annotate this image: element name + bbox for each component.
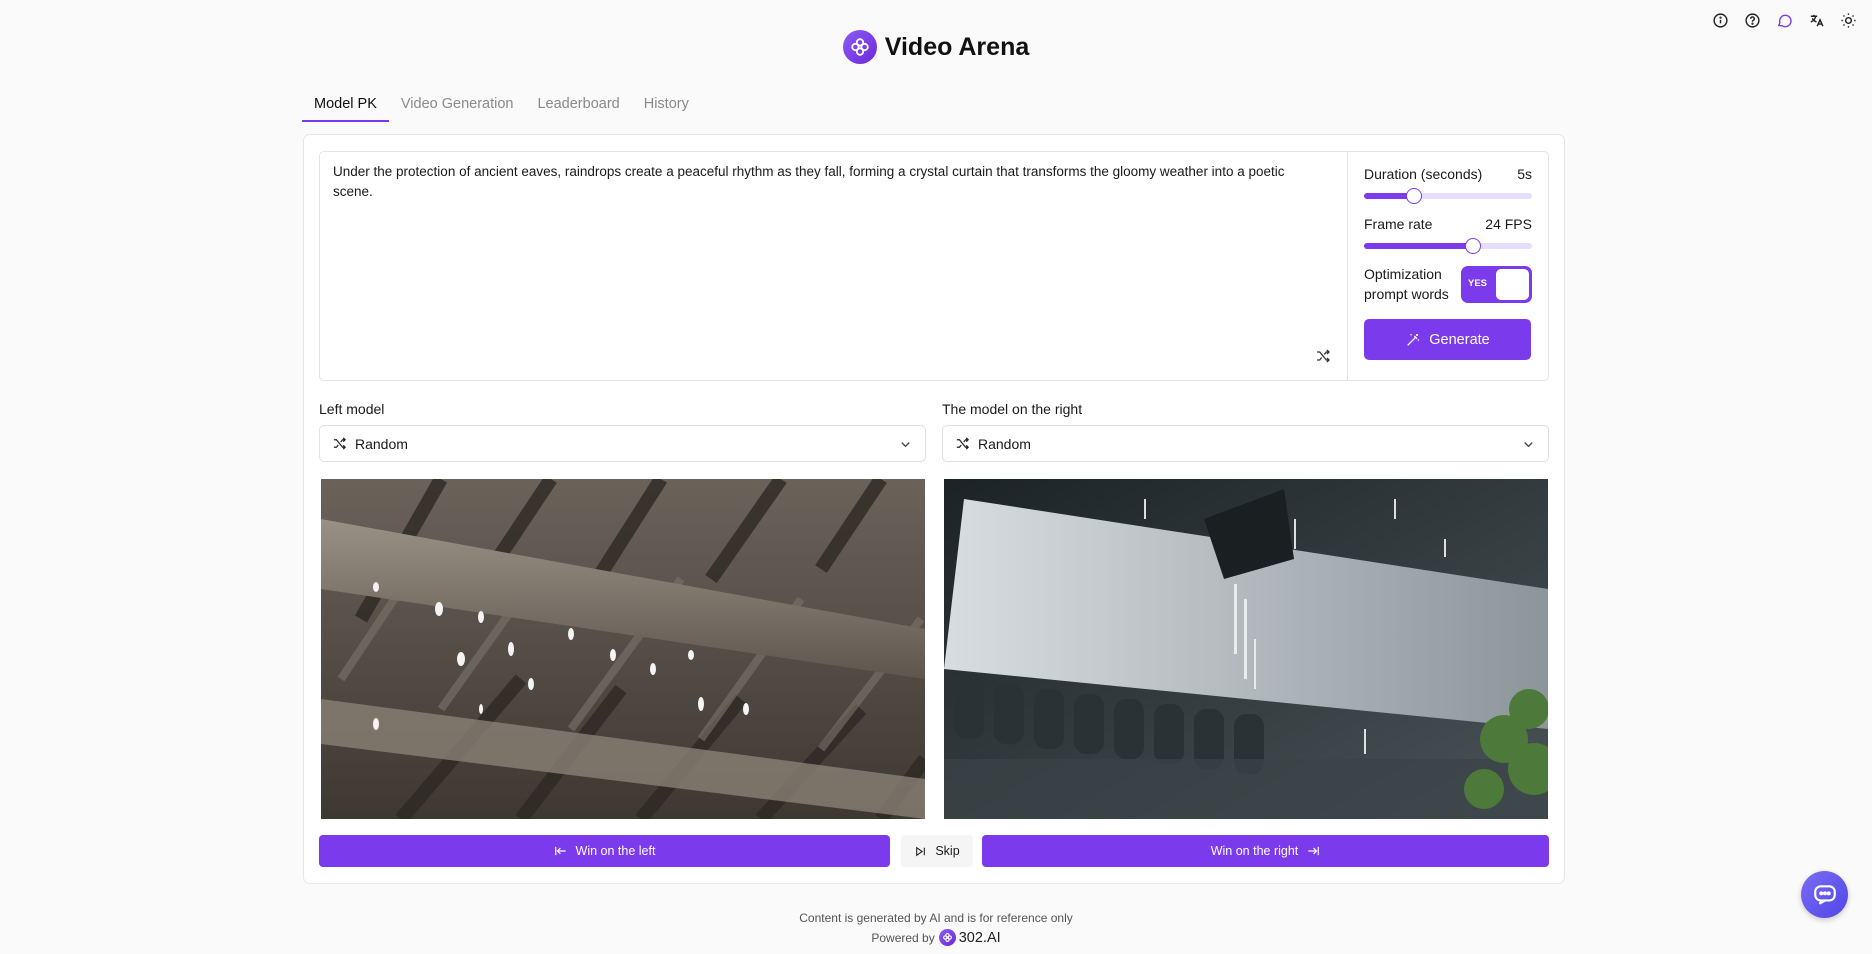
framerate-slider[interactable] [1364,238,1532,254]
chevron-down-icon [901,442,910,448]
chevron-down-icon [1524,442,1533,448]
left-model-value: Random [355,435,408,452]
left-video-frame [321,479,925,819]
prompt-textarea[interactable]: Under the protection of ancient eaves, r… [320,152,1348,380]
toggle-knob [1496,268,1529,300]
app-title: Video Arena [884,32,1030,61]
theme-icon[interactable] [1838,10,1858,30]
brand-name: 302.AI [958,929,1001,946]
tab-leaderboard[interactable]: Leaderboard [525,96,631,122]
disclaimer-text: Content is generated by AI and is for re… [799,911,1073,925]
optimization-label: Optimization prompt words [1364,266,1449,302]
help-icon[interactable] [1742,10,1762,30]
skip-label: Skip [935,844,960,858]
duration-slider-thumb[interactable] [1406,188,1423,204]
duration-value: 5s [1517,166,1532,182]
tab-model-pk[interactable]: Model PK [302,96,389,122]
framerate-slider-thumb[interactable] [1465,238,1482,254]
framerate-label: Frame rate [1364,216,1433,232]
right-model-section: The model on the right Random [942,401,1549,462]
duration-slider[interactable] [1364,188,1532,204]
right-model-label: The model on the right [942,401,1083,417]
shuffle-icon [956,437,970,450]
translate-icon[interactable] [1806,10,1826,30]
powered-by-text: Powered by [871,930,935,945]
win-left-button[interactable]: Win on the left [319,835,890,867]
arena-card: Under the protection of ancient eaves, r… [303,134,1565,884]
brand-link[interactable]: 302.AI [938,929,1001,946]
left-model-section: Left model Random [319,401,926,462]
win-right-label: Win on the right [1210,844,1299,858]
optimization-toggle[interactable]: YES [1461,265,1532,303]
win-right-button[interactable]: Win on the right [982,835,1549,867]
right-video[interactable] [944,479,1548,819]
arrow-right-bar-icon [1308,846,1320,856]
header: Video Arena [0,30,1872,64]
generate-button[interactable]: Generate [1364,319,1531,360]
right-model-value: Random [978,435,1031,452]
arrow-left-bar-icon [554,846,566,856]
top-toolbar [1710,10,1858,30]
info-icon[interactable] [1710,10,1730,30]
shuffle-icon [333,437,347,450]
left-model-label: Left model [319,401,385,417]
chat-support-button[interactable] [1801,871,1848,918]
win-left-label: Win on the left [575,844,656,858]
brand-logo-icon [938,929,956,946]
framerate-value: 24 FPS [1485,216,1532,232]
generate-label: Generate [1429,331,1490,348]
random-prompt-button[interactable] [1315,348,1333,366]
tab-video-generation[interactable]: Video Generation [389,96,526,122]
chat-icon[interactable] [1774,10,1794,30]
magic-wand-icon [1407,333,1420,346]
tab-history[interactable]: History [632,96,701,122]
right-video-frame [944,479,1548,819]
framerate-slider-fill [1364,243,1474,249]
prompt-panel: Under the protection of ancient eaves, r… [319,151,1549,381]
toggle-state-text: YES [1468,277,1488,289]
left-model-select[interactable]: Random [319,425,926,462]
left-video[interactable] [321,479,925,819]
shuffle-icon [1317,349,1330,363]
footer: Content is generated by AI and is for re… [0,911,1872,946]
vote-row: Win on the left Skip Win on the right [319,835,1549,867]
skip-icon [916,846,926,856]
app-logo [842,30,877,64]
skip-button[interactable]: Skip [901,835,973,867]
settings-panel: Duration (seconds) 5s Frame rate 24 FPS … [1348,152,1548,380]
tab-bar: Model PK Video Generation Leaderboard Hi… [302,96,701,122]
duration-label: Duration (seconds) [1364,166,1483,182]
prompt-text[interactable]: Under the protection of ancient eaves, r… [320,152,1300,212]
right-model-select[interactable]: Random [942,425,1549,462]
chat-bubble-icon [1813,884,1836,905]
